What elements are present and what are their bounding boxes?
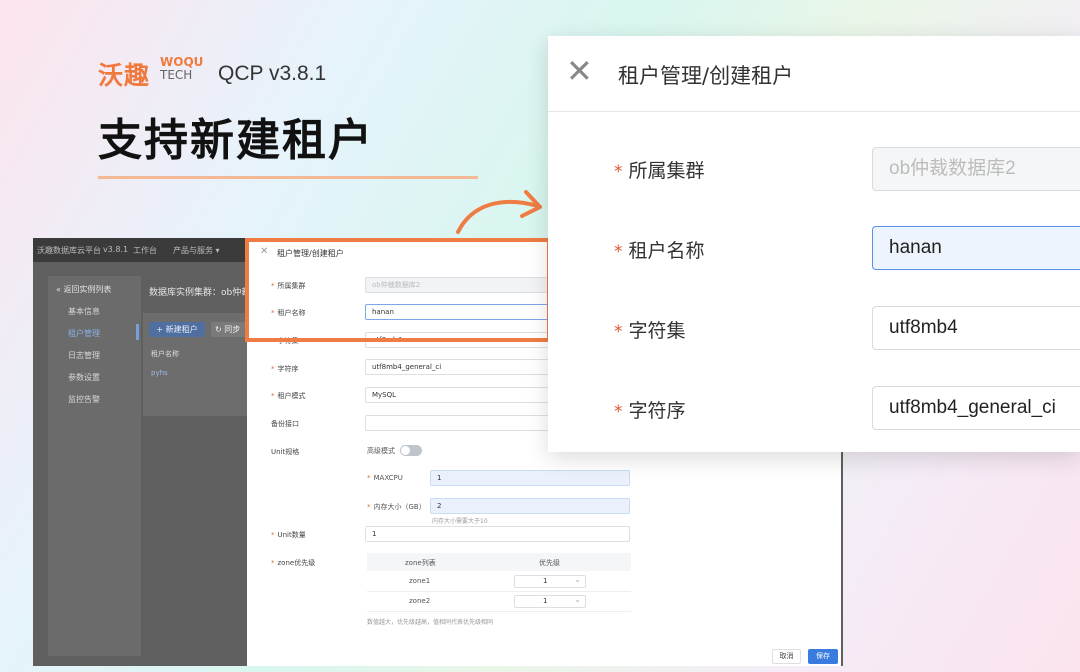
zone-name: zone2 xyxy=(409,597,431,605)
maxcpu-input[interactable]: 1 xyxy=(430,470,630,486)
app-version: v3.8.1 xyxy=(103,245,129,254)
zone-table-header: zone列表 优先级 xyxy=(367,553,631,571)
tenant-mode-select[interactable]: MySQL xyxy=(365,387,555,403)
collation-label: * 字符序 xyxy=(271,365,299,373)
zoom-title: 租户管理/创建租户 xyxy=(618,64,794,88)
zoom-tenant-name-input[interactable]: hanan xyxy=(872,226,1080,270)
memory-hint: 内存大小需要大于10 xyxy=(432,518,488,525)
memory-input[interactable]: 2 xyxy=(430,498,630,514)
tenant-mode-label: * 租户模式 xyxy=(271,392,306,400)
highlight-frame xyxy=(245,238,551,342)
logo-en-bottom: TECH xyxy=(160,68,193,82)
app-product-name: 沃趣数据库云平台 xyxy=(37,246,101,255)
table-row: zone1 1 xyxy=(367,572,631,592)
back-to-list-link[interactable]: « 返回实例列表 xyxy=(56,284,111,295)
collation-input[interactable]: utf8mb4_general_ci xyxy=(365,359,555,375)
add-tenant-button[interactable]: + 新建租户 xyxy=(149,322,205,337)
priority-col-header: 优先级 xyxy=(539,559,560,567)
save-button[interactable]: 保存 xyxy=(808,649,838,664)
logo-cn: 沃趣 xyxy=(98,61,151,90)
memory-label: * 内存大小（GB） xyxy=(367,503,426,511)
zoom-charset-label: * 字符集 xyxy=(614,320,686,342)
zoom-collation-input[interactable]: utf8mb4_general_ci xyxy=(872,386,1080,430)
version-label: QCP v3.8.1 xyxy=(218,62,327,85)
sidebar-item-logs[interactable]: 日志管理 xyxy=(68,350,100,361)
headline-divider xyxy=(98,176,478,179)
priority-select[interactable]: 1 xyxy=(514,574,586,588)
zone-name: zone1 xyxy=(409,577,431,585)
cancel-button[interactable]: 取消 xyxy=(772,649,801,664)
zoom-panel: ✕ 租户管理/创建租户 * 所属集群 ob仲裁数据库2 * 租户名称 hanan *… xyxy=(548,36,1080,452)
backup-port-label: 备份接口 xyxy=(271,420,299,428)
headline: 支持新建租户 xyxy=(98,115,374,166)
table-row: zone2 1 xyxy=(367,592,631,612)
app-nav-workbench[interactable]: 工作台 xyxy=(133,245,157,256)
maxcpu-label: * MAXCPU xyxy=(367,474,403,482)
zoom-tenant-name-label: * 租户名称 xyxy=(614,240,705,262)
zoom-collation-label: * 字符序 xyxy=(614,400,686,422)
zone-priority-label: * zone优先级 xyxy=(271,559,316,567)
zone-col-header: zone列表 xyxy=(405,559,436,567)
table-header-tenant-name: 租户名称 xyxy=(151,350,179,358)
close-icon[interactable]: ✕ xyxy=(566,52,593,90)
sidebar-item-basic-info[interactable]: 基本信息 xyxy=(68,306,100,317)
zone-priority-table: zone列表 优先级 zone1 1 zone2 1 xyxy=(367,553,631,619)
zoom-header: ✕ 租户管理/创建租户 xyxy=(548,36,1080,112)
advanced-mode-toggle[interactable] xyxy=(400,445,422,456)
table-cell-tenant-name[interactable]: pyhs xyxy=(151,369,168,377)
app-sidebar: « 返回实例列表 基本信息 租户管理 日志管理 参数设置 监控告警 xyxy=(48,276,141,656)
sidebar-item-params[interactable]: 参数设置 xyxy=(68,372,100,383)
unit-count-label: * Unit数量 xyxy=(271,531,306,539)
backup-port-input[interactable] xyxy=(365,415,555,431)
app-nav-products[interactable]: 产品与服务 ▾ xyxy=(173,245,220,256)
zoom-charset-input[interactable]: utf8mb4 xyxy=(872,306,1080,350)
curved-arrow-icon xyxy=(456,190,542,234)
unit-count-input[interactable]: 1 xyxy=(365,526,630,542)
sidebar-active-indicator xyxy=(136,324,139,340)
zoom-cluster-field: ob仲裁数据库2 xyxy=(872,147,1080,191)
logo-en: WOQU TECH xyxy=(160,56,203,82)
advanced-mode-label: 高级模式 xyxy=(367,447,395,455)
zoom-cluster-label: * 所属集群 xyxy=(614,160,705,182)
unit-spec-label: Unit规格 xyxy=(271,448,300,456)
priority-select[interactable]: 1 xyxy=(514,594,586,608)
sidebar-item-monitoring[interactable]: 监控告警 xyxy=(68,394,100,405)
app-main-title: 数据库实例集群：ob仲裁数 xyxy=(149,288,260,298)
sidebar-item-tenant-management[interactable]: 租户管理 xyxy=(68,328,100,339)
zone-priority-note: 数值越大，优先级越高，值相同代表优先级相同 xyxy=(367,619,494,626)
